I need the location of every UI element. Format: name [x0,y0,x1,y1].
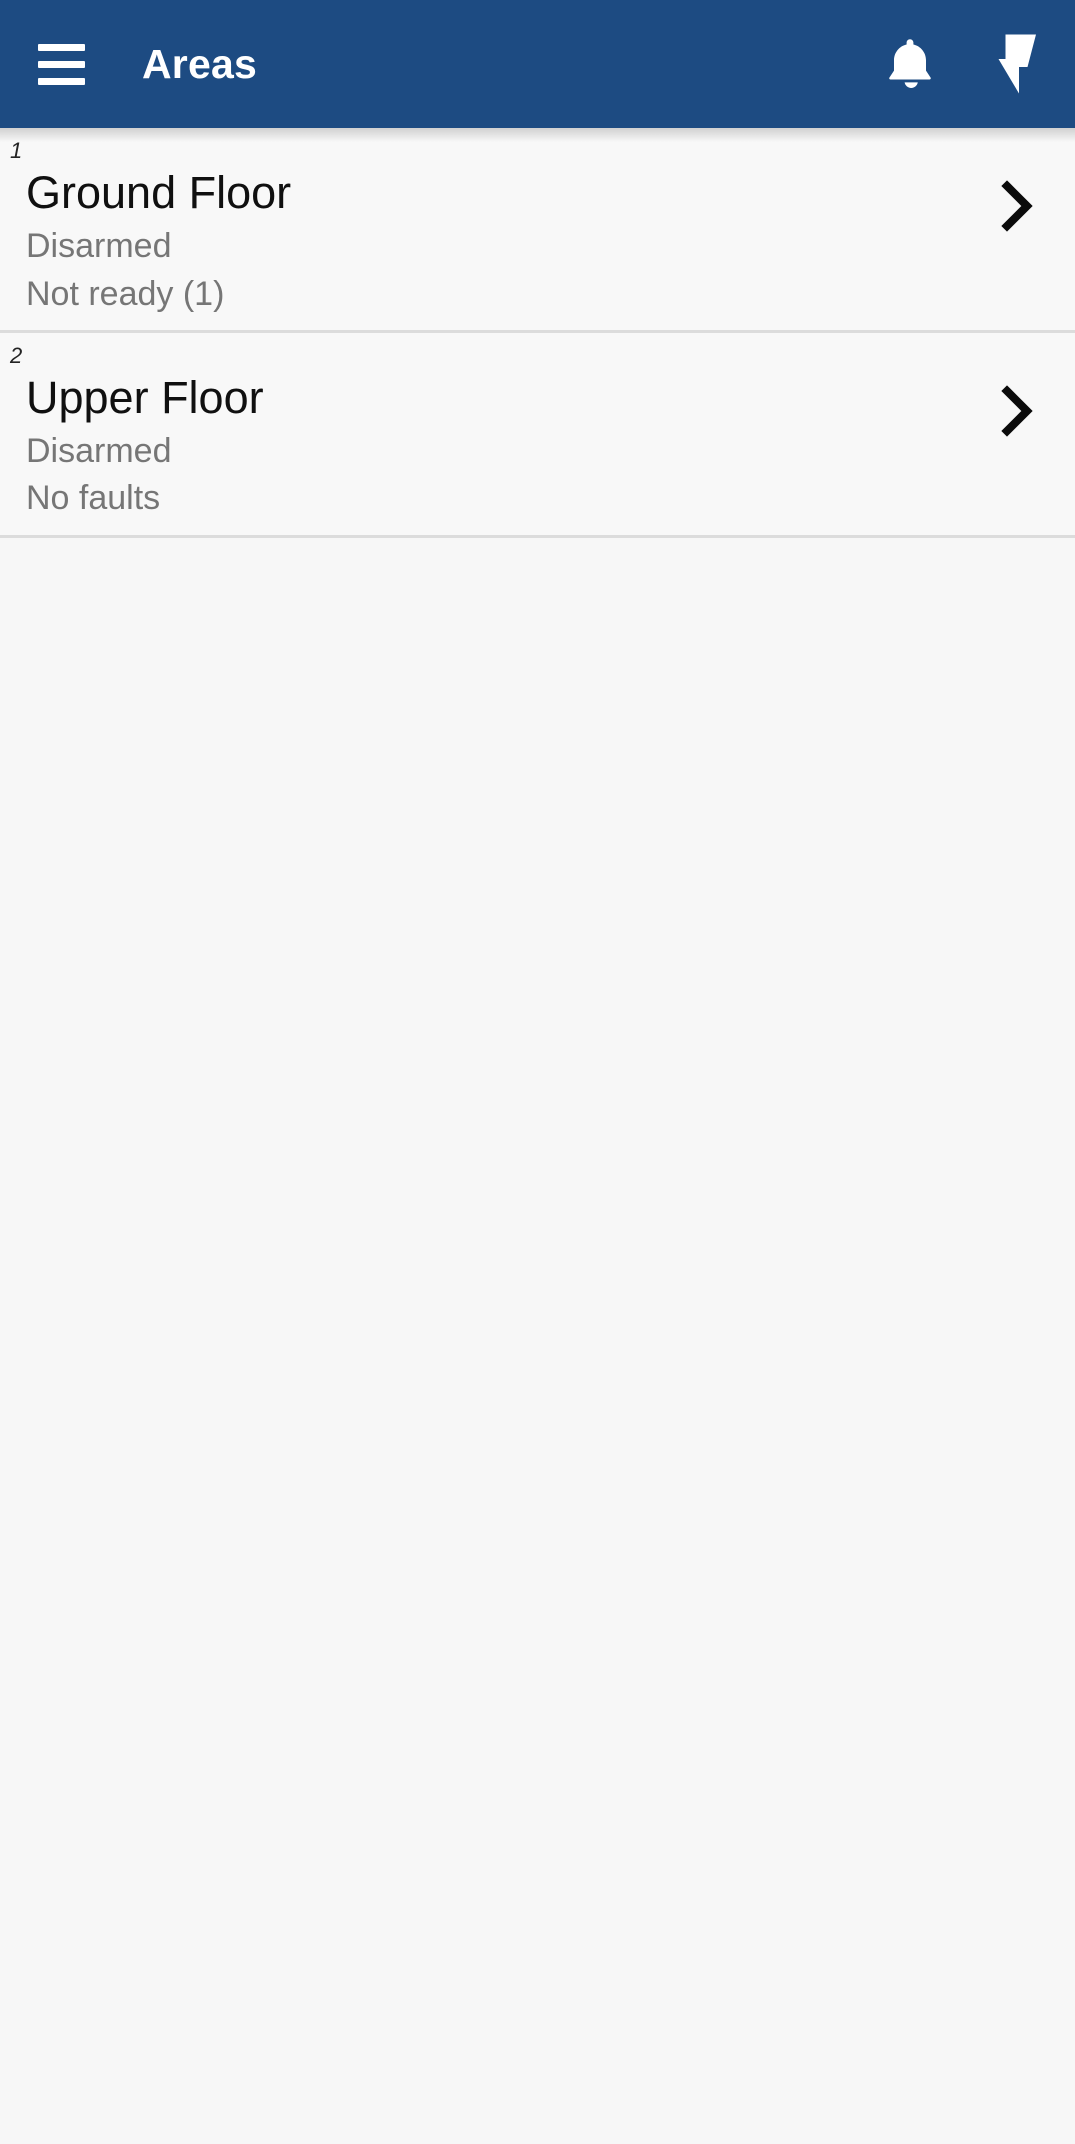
area-item-body: Ground Floor Disarmed Not ready (1) [0,167,1075,316]
bell-icon[interactable] [873,27,947,101]
area-list-item-ground-floor[interactable]: 1 Ground Floor Disarmed Not ready (1) [0,128,1075,333]
app-bar-actions [873,27,1053,101]
page-title: Areas [142,40,257,87]
hamburger-bar-2 [37,60,85,68]
hamburger-bar-1 [37,43,85,51]
chevron-right-icon[interactable] [985,174,1049,238]
area-index-label: 2 [10,342,23,368]
area-arm-status-label: Disarmed [26,227,172,266]
area-item-body: Upper Floor Disarmed No faults [0,371,1075,521]
area-list-item-upper-floor[interactable]: 2 Upper Floor Disarmed No faults [0,332,1075,538]
area-fault-status-label: No faults [26,479,161,518]
area-item-text: Ground Floor Disarmed Not ready (1) [26,167,985,316]
chevron-right-icon[interactable] [985,379,1049,443]
area-name-label: Ground Floor [26,167,292,218]
hamburger-menu-icon[interactable] [30,33,92,95]
area-index-label: 1 [10,138,23,163]
area-item-text: Upper Floor Disarmed No faults [26,371,985,521]
area-name-label: Upper Floor [26,371,264,423]
lightning-bolt-icon[interactable] [979,27,1053,101]
areas-screen: Areas 1 Ground Floor Disarmed Not ready … [0,0,1075,2144]
area-arm-status-label: Disarmed [26,432,172,471]
area-fault-status-label: Not ready (1) [26,274,225,313]
hamburger-bar-3 [37,77,85,85]
area-list: 1 Ground Floor Disarmed Not ready (1) 2 … [0,128,1075,538]
app-bar: Areas [0,0,1075,128]
